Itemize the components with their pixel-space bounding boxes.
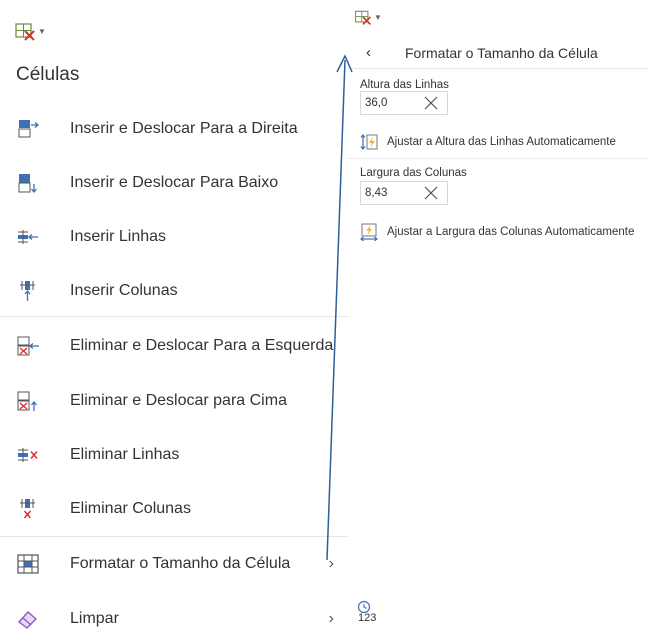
delete-columns-icon (20, 499, 35, 519)
insert-shift-right-icon (18, 120, 40, 138)
delete-rows-icon (18, 448, 38, 462)
chevron-down-icon: ▼ (38, 26, 46, 36)
menu-item-label: Eliminar Colunas (70, 500, 191, 517)
menu-item-label: Limpar (70, 610, 119, 627)
menu-item-delete-columns[interactable]: Eliminar Colunas (16, 489, 342, 529)
auto-row-height-label: Ajustar a Altura das Linhas Automaticame… (387, 136, 616, 148)
section-title: Células (16, 64, 80, 85)
delete-shift-left-icon (17, 336, 39, 356)
clear-icon[interactable] (423, 185, 439, 201)
menu-item-label: Inserir Linhas (70, 228, 167, 245)
insert-rows-icon (18, 230, 38, 244)
menu-item-delete-rows[interactable]: Eliminar Linhas (16, 435, 342, 475)
menu-item-insert-columns[interactable]: Inserir Colunas (16, 271, 342, 311)
menu-item-label: Eliminar Linhas (70, 446, 180, 463)
column-width-label: Largura das Colunas (360, 167, 467, 179)
delete-shift-up-icon (17, 391, 37, 411)
menu-item-insert-shift-right[interactable]: Inserir e Deslocar Para a Direita (16, 109, 342, 149)
row-height-field-box (360, 91, 448, 115)
column-width-field-box (360, 181, 448, 205)
panel-header: ‹ Formatar o Tamanho da Célula (348, 38, 648, 69)
auto-column-width-button[interactable]: Ajustar a Largura das Colunas Automatica… (360, 222, 634, 242)
column-width-input[interactable] (365, 185, 417, 201)
back-button[interactable]: ‹ (366, 44, 371, 61)
insert-shift-down-icon (18, 174, 37, 194)
menu-item-label: Inserir Colunas (70, 282, 178, 299)
cells-delete-icon (355, 10, 371, 25)
format-cell-size-panel: ▼ ‹ Formatar o Tamanho da Célula Altura … (348, 0, 648, 629)
autofit-row-height-icon (360, 134, 378, 150)
menu-item-insert-rows[interactable]: Inserir Linhas (16, 217, 342, 257)
cells-toolbar-button[interactable]: ▼ (354, 8, 382, 26)
row-height-label: Altura das Linhas (360, 79, 449, 91)
menu-item-label: Formatar o Tamanho da Célula (70, 555, 291, 572)
row-height-input[interactable] (365, 95, 417, 111)
clear-icon[interactable] (423, 95, 439, 111)
autofit-column-width-icon (360, 223, 378, 241)
chevron-down-icon: ▼ (374, 12, 382, 22)
insert-columns-icon (20, 281, 35, 301)
panel-title: Formatar o Tamanho da Célula (405, 45, 598, 61)
cells-delete-icon (15, 23, 35, 41)
auto-column-width-label: Ajustar a Largura das Colunas Automatica… (387, 226, 635, 238)
eraser-icon (17, 611, 38, 629)
menu-item-delete-shift-up[interactable]: Eliminar e Deslocar para Cima (16, 381, 342, 421)
format-cell-size-icon (17, 554, 39, 574)
cells-menu-panel: ▼ Células Inserir e Deslocar Para a Dire… (0, 0, 348, 629)
menu-item-clear[interactable]: Limpar › (16, 599, 342, 639)
auto-row-height-button[interactable]: Ajustar a Altura das Linhas Automaticame… (360, 132, 616, 152)
menu-item-label: Inserir e Deslocar Para a Direita (70, 120, 298, 137)
number-format-label: 123 (358, 612, 377, 624)
divider (0, 316, 348, 317)
chevron-right-icon: › (328, 610, 334, 627)
menu-item-insert-shift-down[interactable]: Inserir e Deslocar Para Baixo (16, 163, 342, 203)
menu-item-label: Inserir e Deslocar Para Baixo (70, 174, 279, 191)
chevron-right-icon: › (328, 555, 334, 572)
divider (0, 536, 348, 537)
menu-item-label: Eliminar e Deslocar para Cima (70, 392, 287, 409)
number-format-button[interactable]: 123 (354, 600, 378, 626)
cells-toolbar-button[interactable]: ▼ (14, 20, 46, 42)
menu-item-format-cell-size[interactable]: Formatar o Tamanho da Célula › (16, 544, 342, 584)
menu-item-label: Eliminar e Deslocar Para a Esquerda (70, 337, 334, 354)
menu-item-delete-shift-left[interactable]: Eliminar e Deslocar Para a Esquerda (16, 326, 342, 366)
divider (348, 158, 648, 159)
